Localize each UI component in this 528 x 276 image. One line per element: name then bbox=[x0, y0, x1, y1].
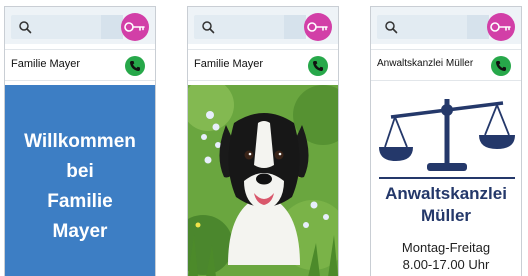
search-field-end bbox=[101, 15, 123, 39]
key-icon bbox=[307, 22, 328, 32]
top-bar bbox=[371, 7, 521, 44]
phone-screen-familie-mayer-welcome: Familie Mayer Willkommen bei Familie May… bbox=[4, 6, 156, 276]
contact-bar: Anwaltskanzlei Müller bbox=[371, 49, 521, 81]
key-icon bbox=[124, 22, 145, 32]
contact-name: Anwaltskanzlei Müller bbox=[377, 58, 474, 69]
welcome-line: Familie bbox=[47, 191, 113, 212]
search-field-end bbox=[284, 15, 306, 39]
phone-icon bbox=[130, 61, 140, 71]
welcome-panel: Willkommen bei Familie Mayer bbox=[5, 85, 155, 276]
dog-photo bbox=[188, 79, 338, 276]
welcome-line: bei bbox=[66, 161, 94, 182]
office-hours: Montag-Freitag 8.00-17.00 Uhr bbox=[371, 239, 521, 273]
scales-icon bbox=[379, 99, 515, 171]
key-button[interactable] bbox=[304, 13, 332, 41]
law-office-panel: Anwaltskanzlei Müller Montag-Freitag 8.0… bbox=[371, 85, 521, 276]
phone-icon bbox=[313, 61, 323, 71]
contact-bar: Familie Mayer bbox=[188, 49, 338, 81]
search-icon bbox=[19, 21, 32, 34]
office-hours-line: Montag-Freitag bbox=[401, 240, 491, 255]
search-input[interactable] bbox=[11, 15, 123, 39]
welcome-line: Mayer bbox=[52, 221, 108, 242]
search-field-end bbox=[467, 15, 489, 39]
contact-name: Familie Mayer bbox=[11, 58, 81, 70]
search-icon bbox=[385, 21, 398, 34]
phone-screen-anwaltskanzlei: Anwaltskanzlei Müller Anwaltskanzlei Mül… bbox=[370, 6, 522, 276]
office-title: Anwaltskanzlei Müller bbox=[371, 183, 521, 227]
search-icon bbox=[202, 21, 215, 34]
call-button[interactable] bbox=[125, 56, 145, 76]
phone-icon bbox=[496, 61, 506, 71]
divider bbox=[379, 177, 515, 179]
top-bar bbox=[188, 7, 338, 44]
office-title-line: Anwaltskanzlei bbox=[385, 184, 507, 203]
welcome-line: Willkommen bbox=[24, 131, 136, 152]
call-button[interactable] bbox=[491, 56, 511, 76]
dog-illustration bbox=[188, 79, 338, 276]
top-bar bbox=[5, 7, 155, 44]
search-input[interactable] bbox=[377, 15, 489, 39]
key-button[interactable] bbox=[121, 13, 149, 41]
office-title-line: Müller bbox=[420, 206, 472, 225]
office-hours-line: 8.00-17.00 Uhr bbox=[402, 257, 490, 272]
phone-screen-familie-mayer-photo: Familie Mayer bbox=[187, 6, 339, 276]
welcome-text: Willkommen bei Familie Mayer bbox=[5, 127, 155, 247]
key-button[interactable] bbox=[487, 13, 515, 41]
contact-bar: Familie Mayer bbox=[5, 49, 155, 81]
search-input[interactable] bbox=[194, 15, 306, 39]
key-icon bbox=[490, 22, 511, 32]
contact-name: Familie Mayer bbox=[194, 58, 264, 70]
call-button[interactable] bbox=[308, 56, 328, 76]
